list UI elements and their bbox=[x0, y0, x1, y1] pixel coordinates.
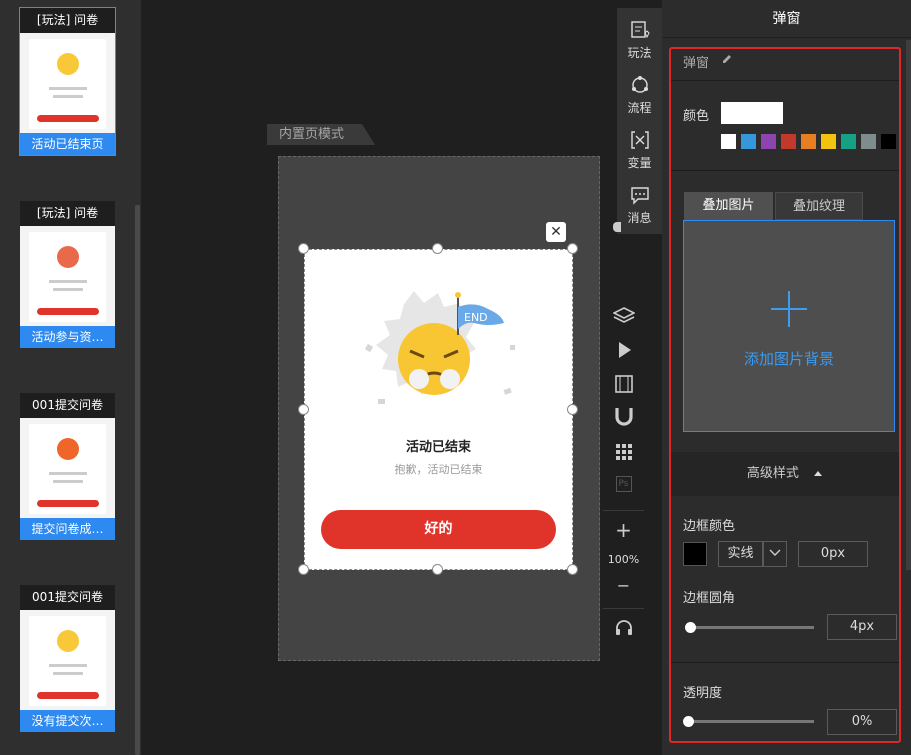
panel-scrollbar[interactable] bbox=[906, 40, 911, 570]
page-list-scrollbar[interactable] bbox=[135, 205, 140, 755]
page-thumb-1[interactable]: [玩法] 问卷 活动已结束页 bbox=[19, 7, 116, 156]
panel-title: 弹窗 bbox=[662, 0, 911, 38]
page-thumb-2[interactable]: [玩法] 问卷 活动参与资… bbox=[20, 201, 115, 348]
menu-item-label: 消息 bbox=[627, 211, 652, 225]
resize-handle-tc[interactable] bbox=[432, 243, 443, 254]
magnet-icon[interactable] bbox=[603, 406, 644, 432]
panel-highlight-outline bbox=[669, 47, 901, 743]
page-thumb-header: 001提交问卷 bbox=[20, 585, 115, 610]
page-thumb-preview bbox=[20, 226, 115, 326]
ps-label: Ps bbox=[615, 476, 632, 492]
menu-item-label: 变量 bbox=[627, 156, 652, 170]
page-thumb-header: [玩法] 问卷 bbox=[20, 8, 115, 33]
menu-item-gameplay[interactable]: 玩法 bbox=[617, 20, 662, 61]
page-thumb-caption: 提交问卷成… bbox=[20, 518, 115, 540]
resize-handle-ml[interactable] bbox=[298, 404, 309, 415]
flow-icon bbox=[631, 76, 648, 93]
resize-handle-mr[interactable] bbox=[567, 404, 578, 415]
canvas-tool-column: Ps + 100% − bbox=[603, 290, 644, 650]
page-thumb-4[interactable]: 001提交问卷 没有提交次… bbox=[20, 585, 115, 732]
menu-item-message[interactable]: 消息 bbox=[617, 185, 662, 226]
layers-icon[interactable] bbox=[603, 306, 644, 330]
resize-handle-tl[interactable] bbox=[298, 243, 309, 254]
message-icon bbox=[630, 187, 649, 205]
tool-divider bbox=[603, 608, 644, 609]
page-thumb-preview bbox=[20, 610, 115, 710]
play-icon[interactable] bbox=[603, 340, 644, 364]
popup-ok-button[interactable]: 好的 bbox=[321, 510, 556, 549]
resize-handle-bl[interactable] bbox=[298, 564, 309, 575]
popup-close-button[interactable]: ✕ bbox=[546, 222, 566, 242]
zoom-in-icon[interactable]: + bbox=[603, 518, 644, 542]
gameplay-icon bbox=[630, 21, 650, 39]
page-thumb-header: 001提交问卷 bbox=[20, 393, 115, 418]
popup-subtitle: 抱歉，活动已结束 bbox=[394, 463, 483, 476]
zoom-out-icon[interactable]: − bbox=[603, 576, 644, 595]
built-in-page-mode-tab: 内置页模式 bbox=[267, 124, 375, 145]
function-menu: 玩法 流程 变量 消息 bbox=[617, 8, 662, 234]
zoom-level: 100% bbox=[607, 553, 640, 566]
menu-toggle-tab[interactable] bbox=[613, 222, 621, 232]
menu-item-variable[interactable]: 变量 bbox=[617, 130, 662, 171]
headset-icon[interactable] bbox=[603, 618, 644, 642]
page-thumb-header: [玩法] 问卷 bbox=[20, 201, 115, 226]
page-thumb-3[interactable]: 001提交问卷 提交问卷成… bbox=[20, 393, 115, 540]
menu-item-label: 玩法 bbox=[627, 46, 652, 60]
page-thumb-preview bbox=[20, 33, 115, 133]
grid-icon[interactable] bbox=[603, 442, 644, 466]
page-thumb-caption: 没有提交次… bbox=[20, 710, 115, 732]
resize-handle-tr[interactable] bbox=[567, 243, 578, 254]
tool-divider bbox=[603, 510, 644, 511]
menu-item-flow[interactable]: 流程 bbox=[617, 75, 662, 116]
menu-item-label: 流程 bbox=[627, 101, 652, 115]
page-thumb-caption: 活动已结束页 bbox=[20, 133, 115, 155]
resize-handle-bc[interactable] bbox=[432, 564, 443, 575]
film-icon[interactable] bbox=[603, 374, 644, 398]
page-thumb-caption: 活动参与资… bbox=[20, 326, 115, 348]
resize-handle-br[interactable] bbox=[567, 564, 578, 575]
variable-icon bbox=[630, 131, 649, 149]
ps-icon[interactable]: Ps bbox=[603, 476, 644, 492]
page-thumb-preview bbox=[20, 418, 115, 518]
popup-title: 活动已结束 bbox=[405, 440, 471, 455]
